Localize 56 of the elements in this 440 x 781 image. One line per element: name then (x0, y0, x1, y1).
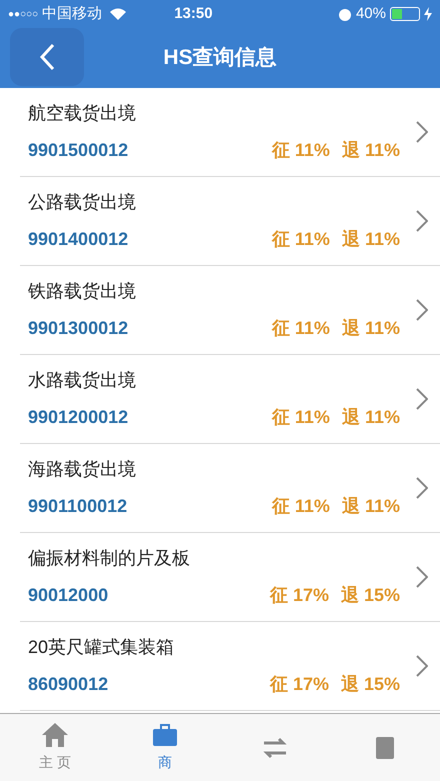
item-code: 9901500012 (28, 139, 128, 162)
item-code: 9901300012 (28, 317, 128, 340)
levy-rate: 征 17% (270, 584, 329, 607)
list-item[interactable]: 航空载货出境 9901500012 征 11% 退 11% (20, 88, 440, 177)
rebate-rate: 退 11% (342, 317, 400, 340)
list-item[interactable]: 铁路载货出境 9901300012 征 11% 退 11% (20, 266, 440, 355)
back-icon (39, 43, 55, 71)
status-time: 13:50 (174, 4, 213, 24)
rebate-rate: 退 15% (340, 584, 400, 607)
chevron-icon (416, 121, 428, 143)
alarm-icon (338, 7, 352, 21)
charging-icon (424, 7, 432, 21)
back-button[interactable] (10, 28, 84, 86)
battery-percent: 40% (356, 4, 386, 24)
signal-dots: ●●○○○ (8, 8, 38, 22)
levy-rate: 征 17% (270, 673, 329, 696)
list-item[interactable]: 20英尺罐式集装箱 86090012 征 17% 退 15% (20, 622, 440, 711)
item-code: 9901100012 (28, 495, 128, 518)
chevron-icon (416, 210, 428, 232)
chevron-icon (416, 655, 428, 677)
list-item[interactable]: 水路载货出境 9901200012 征 11% 退 11% (20, 355, 440, 444)
item-code: 90012000 (28, 584, 108, 607)
rebate-rate: 退 11% (342, 139, 400, 162)
briefcase-icon (151, 722, 179, 748)
list-item[interactable]: 公路载货出境 9901400012 征 11% 退 11% (20, 177, 440, 266)
rebate-rate: 退 15% (340, 673, 400, 696)
wifi-icon (110, 8, 126, 20)
rebate-rate: 退 11% (342, 228, 400, 251)
carrier-name: 中国移动 (42, 4, 102, 24)
item-name: 铁路载货出境 (28, 280, 137, 303)
tab-item[interactable]: 商 (110, 714, 220, 781)
rebate-rate: 退 11% (342, 495, 400, 518)
levy-rate: 征 11% (272, 139, 330, 162)
levy-rate: 征 11% (272, 495, 330, 518)
chevron-icon (416, 299, 428, 321)
item-name: 航空载货出境 (28, 102, 137, 125)
chevron-icon (416, 477, 428, 499)
rebate-rate: 退 11% (342, 406, 400, 429)
item-name: 水路载货出境 (28, 369, 137, 392)
item-name: 20英尺罐式集装箱 (28, 636, 176, 659)
item-code: 9901400012 (28, 228, 128, 251)
levy-rate: 征 11% (272, 228, 330, 251)
chevron-icon (416, 388, 428, 410)
battery-icon (390, 7, 420, 21)
list-item[interactable]: 海路载货出境 9901100012 征 11% 退 11% (20, 444, 440, 533)
page-title: HS查询信息 (163, 45, 277, 72)
levy-rate: 征 11% (272, 406, 330, 429)
item-name: 偏振材料制的片及板 (28, 547, 191, 570)
item-name: 海路载货出境 (28, 458, 137, 481)
item-code: 86090012 (28, 673, 108, 696)
levy-rate: 征 11% (272, 317, 330, 340)
list-item[interactable]: 偏振材料制的片及板 90012000 征 17% 退 15% (20, 533, 440, 622)
item-code: 9901200012 (28, 406, 128, 429)
item-name: 公路载货出境 (28, 191, 137, 214)
home-icon (41, 722, 69, 748)
chevron-icon (416, 566, 428, 588)
